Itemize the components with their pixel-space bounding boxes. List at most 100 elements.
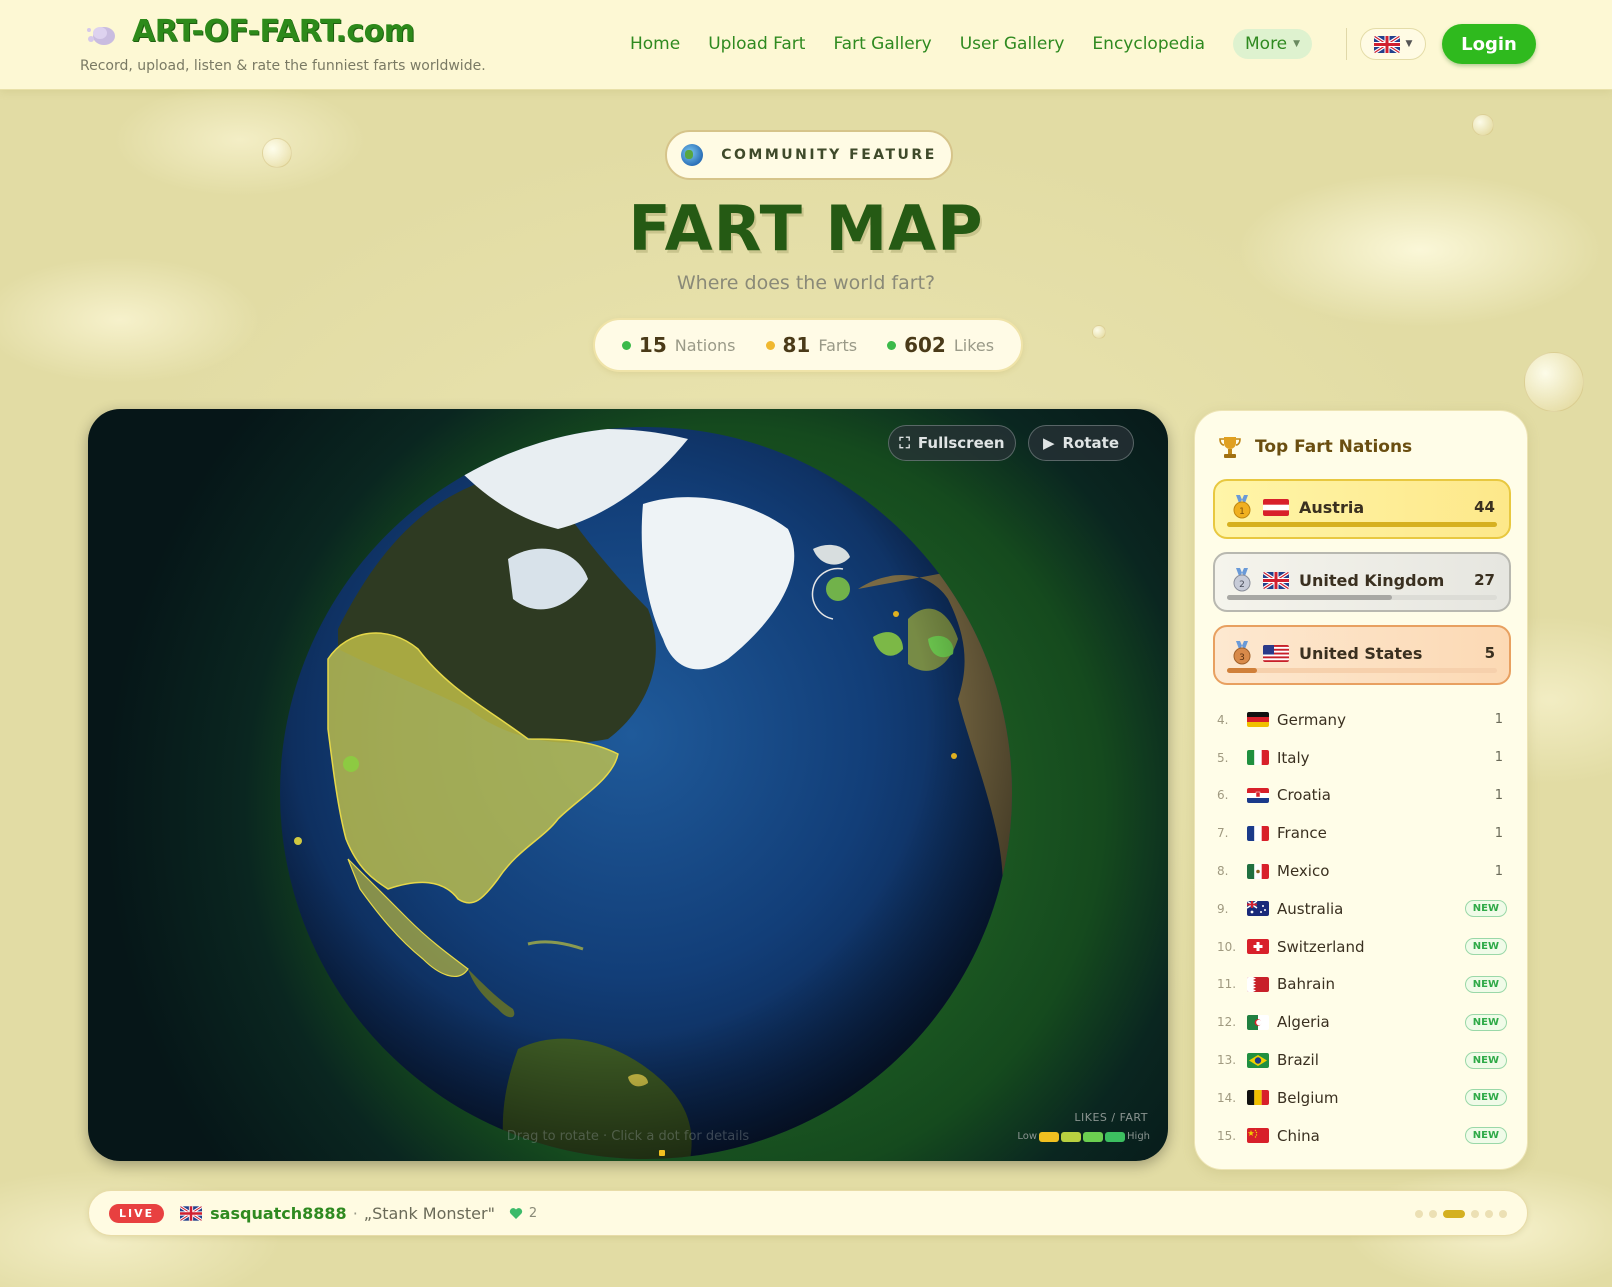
share-bar-fill <box>1227 668 1257 673</box>
nav-fart-gallery[interactable]: Fart Gallery <box>833 34 931 54</box>
bubble-decoration <box>262 138 292 168</box>
fart-dot[interactable] <box>826 577 850 601</box>
new-badge: NEW <box>1464 975 1507 993</box>
nation-name: Belgium <box>1277 1088 1339 1107</box>
trophy-icon <box>1219 437 1241 458</box>
login-button[interactable]: Login <box>1442 24 1536 64</box>
nation-rank: 13. <box>1217 1053 1237 1068</box>
nav-user-gallery[interactable]: User Gallery <box>960 34 1065 54</box>
nation-list-item[interactable]: 10. Switzerland NEW <box>1217 928 1507 966</box>
nation-name: Mexico <box>1277 862 1330 881</box>
globe-hint: Drag to rotate · Click a dot for details <box>506 1129 750 1144</box>
live-badge: LIVE <box>109 1203 165 1223</box>
pagination-dot-active[interactable] <box>1443 1210 1465 1218</box>
ticker-separator: · <box>352 1203 358 1223</box>
ticker-likes: 2 <box>509 1206 537 1221</box>
logo-icon[interactable] <box>86 20 118 50</box>
nation-list-item[interactable]: 11. Bahrain NEW <box>1217 966 1507 1004</box>
nation-list-item[interactable]: 5. Italy 1 <box>1217 739 1507 777</box>
nation-count: 1 <box>1494 863 1503 879</box>
pagination-dot[interactable] <box>1485 1210 1493 1218</box>
new-badge: NEW <box>1464 1089 1507 1107</box>
share-bar-fill <box>1227 595 1392 600</box>
pagination-dot[interactable] <box>1429 1210 1437 1218</box>
stats-summary: 15 Nations 81 Farts 602 Likes <box>593 318 1023 372</box>
chevron-down-icon: ▼ <box>1405 39 1413 49</box>
nation-list-item[interactable]: 8. Mexico 1 <box>1217 852 1507 890</box>
country-name: Austria <box>1299 497 1365 517</box>
logo-text[interactable]: ART-OF-FART.com <box>132 14 415 49</box>
badge-label: COMMUNITY FEATURE <box>721 147 937 163</box>
fart-dot[interactable] <box>893 611 899 617</box>
sidebar-title-label: Top Fart Nations <box>1255 437 1413 457</box>
italy-flag-icon <box>1247 750 1269 766</box>
nav-home[interactable]: Home <box>630 34 680 54</box>
rank-card-2[interactable]: 2 United Kingdom 27 <box>1213 552 1511 612</box>
more-menu-button[interactable]: More ▼ <box>1233 29 1313 59</box>
nation-list-item[interactable]: 12. Algeria NEW <box>1217 1003 1507 1041</box>
new-badge: NEW <box>1464 938 1507 956</box>
nation-name: China <box>1277 1126 1320 1145</box>
nation-list-item[interactable]: 14. Belgium NEW <box>1217 1079 1507 1117</box>
stat-label: Farts <box>818 335 858 355</box>
main-nav: Home Upload Fart Fart Gallery User Galle… <box>630 26 1313 62</box>
country-name: United States <box>1299 643 1423 663</box>
nation-list-item[interactable]: 15. China NEW <box>1217 1117 1507 1155</box>
fullscreen-button[interactable]: ⛶ Fullscreen <box>888 425 1016 461</box>
nation-list-item[interactable]: 7. France 1 <box>1217 814 1507 852</box>
fart-dot[interactable] <box>294 837 302 845</box>
language-selector[interactable]: ▼ <box>1360 28 1426 60</box>
bubble-decoration <box>1524 352 1584 412</box>
ticker-username[interactable]: sasquatch8888 <box>210 1204 347 1223</box>
fart-dot[interactable] <box>343 756 359 772</box>
new-badge: NEW <box>1464 900 1507 918</box>
nation-list-item[interactable]: 9. Australia NEW <box>1217 890 1507 928</box>
pagination-dot[interactable] <box>1471 1210 1479 1218</box>
nav-encyclopedia[interactable]: Encyclopedia <box>1092 34 1205 54</box>
page-subtitle: Where does the world fart? <box>676 272 936 294</box>
brazil-flag-icon <box>1247 1052 1269 1068</box>
pagination-dot[interactable] <box>1499 1210 1507 1218</box>
nation-list-item[interactable]: 6. Croatia 1 <box>1217 777 1507 815</box>
nation-count: 1 <box>1494 825 1503 841</box>
medal-rank: 2 <box>1239 580 1245 590</box>
live-ticker[interactable]: LIVE sasquatch8888 · „Stank Monster" 2 <box>88 1190 1528 1236</box>
rank-card-1[interactable]: 1 Austria 44 <box>1213 479 1511 539</box>
nation-list-item[interactable]: 13. Brazil NEW <box>1217 1041 1507 1079</box>
green-dot-icon <box>887 340 897 350</box>
nation-count: 1 <box>1494 750 1503 766</box>
rotate-button[interactable]: ▶ Rotate <box>1028 425 1134 461</box>
share-bar <box>1227 668 1497 673</box>
nav-upload-fart[interactable]: Upload Fart <box>708 34 805 54</box>
nation-rank: 15. <box>1217 1128 1237 1143</box>
nation-list-item[interactable]: 4. Germany 1 <box>1217 701 1507 739</box>
nation-rank: 7. <box>1217 826 1229 841</box>
rank-card-3[interactable]: 3 United States 5 <box>1213 625 1511 685</box>
france-flag-icon <box>1247 825 1269 841</box>
stat-likes: 602 Likes <box>887 333 994 357</box>
gold-medal-icon: 1 <box>1233 495 1251 519</box>
fart-dot[interactable] <box>951 753 957 759</box>
pagination-dot[interactable] <box>1415 1210 1423 1218</box>
new-badge: NEW <box>1464 1127 1507 1145</box>
globe-icon <box>681 144 704 166</box>
ticker-pagination <box>1415 1210 1507 1218</box>
nation-name: Italy <box>1277 748 1310 767</box>
country-count: 5 <box>1484 644 1495 662</box>
new-badge: NEW <box>1464 1051 1507 1069</box>
croatia-flag-icon <box>1247 787 1269 803</box>
nation-rank: 9. <box>1217 901 1229 916</box>
uk-flag-icon <box>1263 571 1289 589</box>
fart-map-globe-panel[interactable]: ⛶ Fullscreen ▶ Rotate LIKES / FART Low H… <box>88 409 1168 1161</box>
nation-name: France <box>1277 824 1327 843</box>
legend-title: LIKES / FART <box>1074 1111 1148 1124</box>
nation-rank: 12. <box>1217 1015 1237 1030</box>
globe-canvas[interactable] <box>88 409 1168 1161</box>
nation-rank: 8. <box>1217 864 1229 879</box>
ticker-fart-title[interactable]: „Stank Monster" <box>364 1204 495 1223</box>
play-icon: ▶ <box>1042 434 1055 452</box>
yellow-dot-icon <box>765 340 775 350</box>
nation-name: Brazil <box>1277 1051 1319 1070</box>
share-bar <box>1227 522 1497 527</box>
belgium-flag-icon <box>1247 1090 1269 1106</box>
